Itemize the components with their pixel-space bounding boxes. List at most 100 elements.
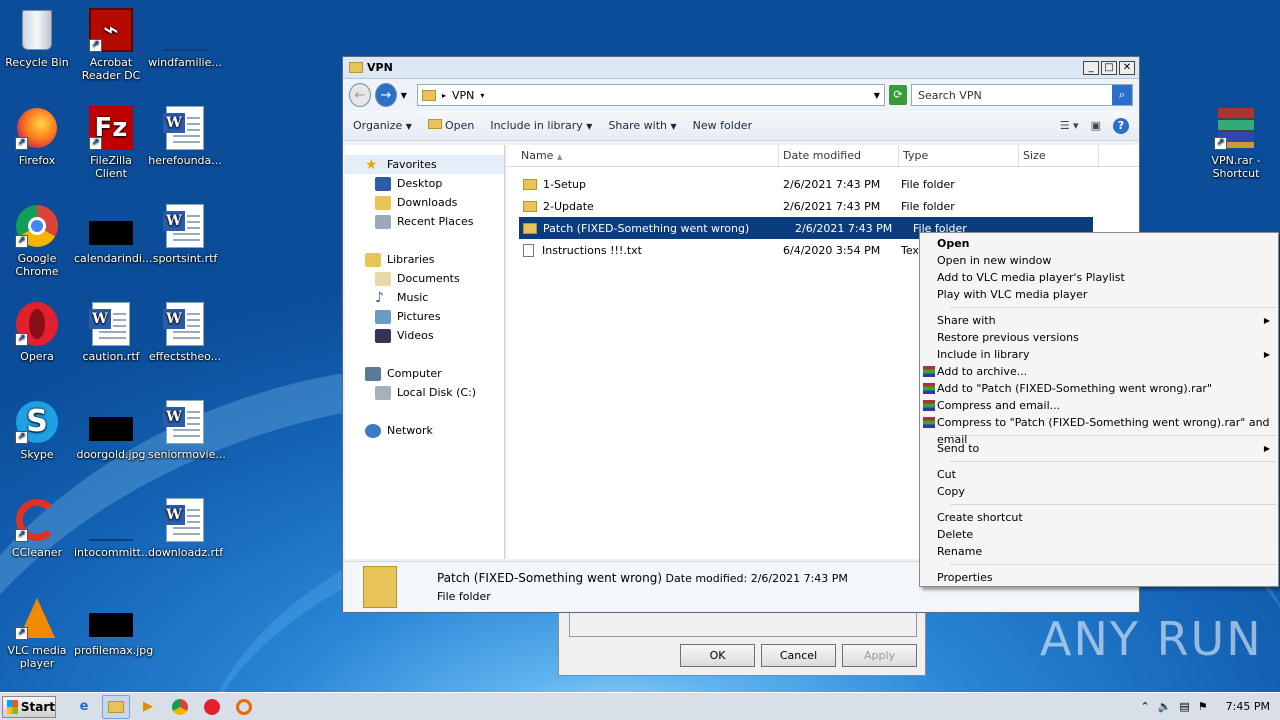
search-icon[interactable]: ⌕ [1112, 85, 1133, 105]
desktop-icon-firefox[interactable]: ↗ Firefox [0, 106, 74, 167]
nav-computer[interactable]: Computer [345, 364, 504, 383]
refresh-button[interactable]: ⟳ [888, 85, 908, 105]
nav-downloads[interactable]: Downloads [345, 193, 504, 212]
close-button[interactable]: ✕ [1119, 60, 1135, 75]
desktop-icon-seniormovie[interactable]: W seniormovie... [148, 400, 226, 461]
desktop-icon-sportsint[interactable]: W sportsint.rtf [148, 204, 222, 265]
menu-item-compress-email[interactable]: Compress and email... [920, 397, 1278, 414]
search-input[interactable]: Search VPN ⌕ [911, 84, 1134, 106]
ok-button[interactable]: OK [680, 644, 755, 667]
column-headers: Name ▲ Date modified Type Size [507, 145, 1139, 167]
desktop-icon-chrome[interactable]: ↗ Google Chrome [0, 204, 74, 278]
desktop-icon-caution[interactable]: W caution.rtf [74, 302, 148, 363]
column-size[interactable]: Size [1019, 145, 1099, 166]
desktop-icon-acrobat[interactable]: ⌁ ↗ Acrobat Reader DC [74, 8, 148, 82]
desktop-icon-label: windfamilie... [148, 56, 222, 69]
desktop-icon-effectstheo[interactable]: W effectstheo... [148, 302, 222, 363]
nav-favorites[interactable]: ★ Favorites [345, 155, 504, 174]
include-in-library-menu[interactable]: Include in library ▼ [490, 119, 592, 132]
menu-item-copy[interactable]: Copy [920, 483, 1278, 500]
desktop-icon-vpn-rar[interactable]: ↗ VPN.rar - Shortcut [1199, 106, 1273, 180]
nav-local-disk[interactable]: Local Disk (C:) [345, 383, 504, 402]
open-button[interactable]: Open [427, 119, 474, 132]
desktop-icon-calendarindi[interactable]: calendarindi... [74, 204, 152, 265]
table-row[interactable]: 2-Update 2/6/2021 7:43 PM File folder [507, 195, 1139, 217]
nav-pictures[interactable]: Pictures [345, 307, 504, 326]
column-date-modified[interactable]: Date modified [779, 145, 899, 166]
nav-desktop[interactable]: Desktop [345, 174, 504, 193]
desktop-icon-windfamilie[interactable]: windfamilie... [148, 8, 222, 69]
menu-item-properties[interactable]: Properties [920, 569, 1278, 586]
nav-documents[interactable]: Documents [345, 269, 504, 288]
back-button[interactable]: ← [349, 83, 371, 107]
desktop-icon-doorgold[interactable]: doorgold.jpg [74, 400, 148, 461]
taskbar-opera[interactable] [198, 695, 226, 719]
start-button[interactable]: Start [2, 695, 56, 718]
network-tray-icon[interactable]: ▤ [1179, 700, 1189, 713]
nav-music[interactable]: ♪ Music [345, 288, 504, 307]
desktop-icon-downloadz[interactable]: W downloadz.rtf [148, 498, 223, 559]
nav-videos[interactable]: Videos [345, 326, 504, 345]
desktop-icon-recycle-bin[interactable]: Recycle Bin [0, 8, 74, 69]
cancel-button[interactable]: Cancel [761, 644, 836, 667]
table-row[interactable]: 1-Setup 2/6/2021 7:43 PM File folder [507, 173, 1139, 195]
menu-item-add-to-archive[interactable]: Add to archive... [920, 363, 1278, 380]
maximize-button[interactable]: □ [1101, 60, 1117, 75]
breadcrumb-vpn[interactable]: VPN [452, 89, 474, 102]
menu-item-open[interactable]: Open [920, 235, 1278, 252]
menu-item-compress-to-rar-email[interactable]: Compress to "Patch (FIXED-Something went… [920, 414, 1278, 446]
view-options-icon[interactable]: ☰ ▾ [1060, 119, 1079, 132]
apply-button[interactable]: Apply [842, 644, 917, 667]
menu-item-restore-previous[interactable]: Restore previous versions [920, 329, 1278, 346]
desktop-icon-herefounda[interactable]: W herefounda... [148, 106, 222, 167]
preview-pane-icon[interactable]: ▣ [1091, 119, 1101, 132]
filezilla-icon: Fz ↗ [89, 106, 133, 150]
breadcrumb-chevron-icon[interactable]: ▾ [480, 91, 484, 100]
taskbar-app[interactable] [230, 695, 258, 719]
menu-item-delete[interactable]: Delete [920, 526, 1278, 543]
column-name[interactable]: Name ▲ [507, 145, 779, 166]
vlc-icon: ↗ [15, 596, 59, 640]
taskbar-explorer[interactable] [102, 694, 130, 719]
desktop-icon-filezilla[interactable]: Fz ↗ FileZilla Client [74, 106, 148, 180]
desktop-icon-intocommitt[interactable]: intocommitt... [74, 498, 151, 559]
taskbar-chrome[interactable] [166, 695, 194, 719]
nav-libraries[interactable]: Libraries [345, 250, 504, 269]
clock[interactable]: 7:45 PM [1226, 700, 1270, 713]
menu-item-include-library[interactable]: Include in library ▶ [920, 346, 1278, 363]
address-bar[interactable]: ▸ VPN ▾ ▼ [416, 84, 885, 106]
title-bar[interactable]: VPN _ □ ✕ [343, 57, 1139, 79]
column-type[interactable]: Type [899, 145, 1019, 166]
menu-separator [950, 504, 1276, 505]
menu-item-create-shortcut[interactable]: Create shortcut [920, 509, 1278, 526]
menu-item-cut[interactable]: Cut [920, 466, 1278, 483]
image-icon [89, 400, 133, 444]
desktop-icon-vlc[interactable]: ↗ VLC media player [0, 596, 74, 670]
desktop-icon-profilemax[interactable]: profilemax.jpg [74, 596, 153, 657]
nav-recent-places[interactable]: Recent Places [345, 212, 504, 231]
taskbar-ie[interactable]: e [70, 695, 98, 719]
menu-item-rename[interactable]: Rename [920, 543, 1278, 560]
desktop-icon-ccleaner[interactable]: ↗ CCleaner [0, 498, 74, 559]
menu-item-play-vlc[interactable]: Play with VLC media player [920, 286, 1278, 303]
menu-item-add-vlc-playlist[interactable]: Add to VLC media player's Playlist [920, 269, 1278, 286]
new-folder-button[interactable]: New folder [693, 119, 752, 132]
taskbar-media-player[interactable]: ▶ [134, 695, 162, 719]
forward-button[interactable]: → [374, 83, 397, 107]
nav-network[interactable]: Network [345, 421, 504, 440]
help-icon[interactable]: ? [1113, 117, 1129, 134]
flag-icon[interactable]: ⚑ [1198, 700, 1208, 713]
menu-item-share-with[interactable]: Share with ▶ [920, 312, 1278, 329]
share-with-menu[interactable]: Share with ▼ [608, 119, 676, 132]
minimize-button[interactable]: _ [1083, 60, 1099, 75]
desktop-icon-skype[interactable]: S ↗ Skype [0, 400, 74, 461]
organize-menu[interactable]: Organize ▼ [353, 119, 412, 132]
tray-expand-icon[interactable]: ⌃ [1140, 700, 1149, 713]
menu-item-add-to-rar[interactable]: Add to "Patch (FIXED-Something went wron… [920, 380, 1278, 397]
address-dropdown-icon[interactable]: ▼ [874, 91, 880, 100]
menu-item-open-new-window[interactable]: Open in new window [920, 252, 1278, 269]
volume-icon[interactable]: 🔈 [1158, 700, 1172, 713]
menu-item-send-to[interactable]: Send to ▶ [920, 440, 1278, 457]
desktop-icon-opera[interactable]: ↗ Opera [0, 302, 74, 363]
recent-pages-chevron-icon[interactable]: ▼ [401, 91, 407, 100]
